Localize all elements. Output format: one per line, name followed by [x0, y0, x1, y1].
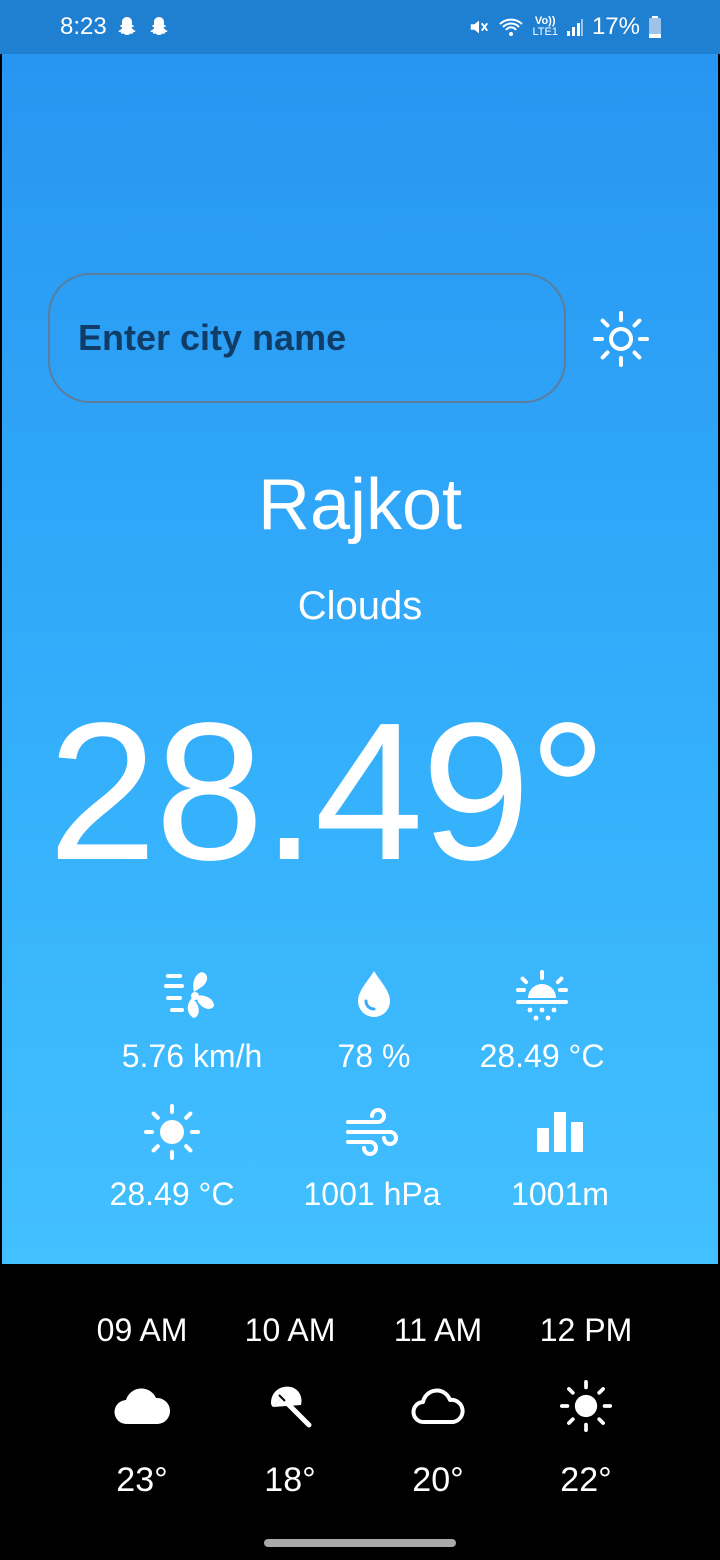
volte-icon: Vo)) LTE1 — [532, 15, 558, 38]
hour-temp: 20° — [412, 1461, 464, 1499]
sea-level-value: 1001m — [511, 1176, 609, 1212]
pressure-value: 1001 hPa — [303, 1176, 441, 1212]
beach-umbrella-icon — [215, 1371, 365, 1441]
signal-icon — [566, 17, 584, 37]
bar-chart-icon — [450, 1102, 670, 1162]
hour-temp: 22° — [560, 1461, 612, 1499]
search-box[interactable] — [48, 273, 566, 403]
weather-panel: Rajkot Clouds 28.49° 5.76 km/h — [2, 54, 718, 1264]
battery-icon — [648, 15, 662, 39]
hourly-item: 11 AM 20° — [363, 1312, 513, 1500]
hourly-item: 09 AM 23° — [67, 1312, 217, 1500]
theme-toggle-button[interactable] — [592, 310, 650, 368]
sun-outline-icon — [592, 311, 650, 372]
sun-icon — [62, 1102, 282, 1162]
hourly-item: 12 PM 22° — [511, 1312, 661, 1500]
hour-time: 10 AM — [244, 1312, 336, 1348]
hour-time: 11 AM — [393, 1312, 483, 1348]
mute-icon — [468, 16, 490, 38]
sunrise-icon — [432, 964, 652, 1024]
search-row — [48, 273, 668, 403]
hour-temp: 23° — [116, 1461, 168, 1499]
network-label: LTE1 — [532, 26, 558, 38]
weather-condition: Clouds — [297, 584, 423, 628]
hourly-item: 10 AM 18° — [215, 1312, 365, 1500]
city-name: Rajkot — [257, 465, 463, 545]
sea-level-stat: 1001m — [450, 1102, 670, 1213]
hourly-forecast: 09 AM 23° 10 AM 18° 11 AM 20° 12 PM 22° — [0, 1264, 720, 1560]
temperature-value: 28.49 °C — [109, 1176, 235, 1212]
battery-percent: 17% — [591, 13, 640, 40]
status-time: 8:23 — [60, 13, 107, 40]
status-bar: 8:23 Vo)) LTE1 17% — [0, 0, 720, 54]
home-indicator[interactable] — [264, 1539, 456, 1547]
city-search-input[interactable] — [78, 317, 564, 359]
wind-icon — [262, 1102, 482, 1162]
feels-like-value: 28.49 °C — [479, 1038, 605, 1074]
feels-like-stat: 28.49 °C — [432, 964, 652, 1075]
current-temperature: 28.49° — [48, 682, 607, 901]
sun-icon — [511, 1371, 661, 1441]
wifi-icon — [498, 16, 524, 38]
hour-time: 09 AM — [96, 1312, 188, 1348]
temperature-stat: 28.49 °C — [62, 1102, 282, 1213]
cloud-filled-icon — [67, 1371, 217, 1441]
snapchat-icon — [115, 15, 139, 39]
snapchat-icon — [147, 15, 171, 39]
hour-temp: 18° — [264, 1461, 316, 1499]
cloud-outline-icon — [363, 1371, 513, 1441]
hour-time: 12 PM — [539, 1312, 633, 1348]
pressure-stat: 1001 hPa — [262, 1102, 482, 1213]
